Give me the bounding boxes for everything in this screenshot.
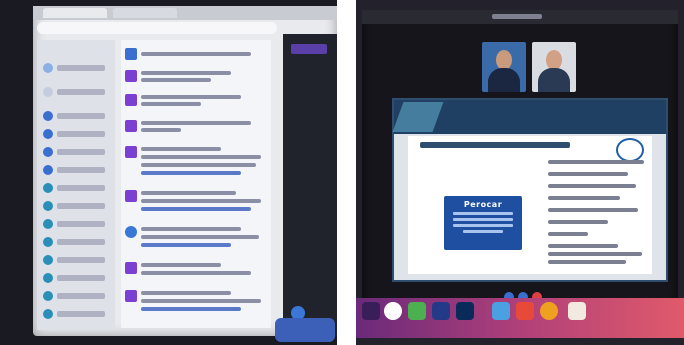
list-item	[125, 290, 265, 320]
video-tile	[532, 42, 576, 92]
avatar	[43, 237, 53, 247]
slide-header	[392, 100, 666, 134]
slide-title	[420, 142, 570, 148]
avatar	[43, 129, 53, 139]
avatar	[43, 201, 53, 211]
avatar	[43, 63, 53, 73]
list-item	[125, 120, 265, 140]
list-item	[125, 94, 265, 114]
avatar	[43, 219, 53, 229]
trash-icon[interactable]	[568, 302, 586, 320]
chat-sidebar	[37, 40, 115, 330]
avatar	[43, 147, 53, 157]
list-item	[125, 70, 265, 90]
chrome-icon[interactable]	[384, 302, 402, 320]
browser-tab	[43, 8, 107, 18]
call-topbar	[362, 10, 678, 24]
avatar	[43, 111, 53, 121]
slide-body: Perocar	[408, 136, 652, 274]
chat-messages	[121, 40, 271, 328]
premiere-icon[interactable]	[362, 302, 380, 320]
left-photo	[0, 0, 337, 345]
slide-card: Perocar	[444, 196, 522, 250]
avatar	[43, 87, 53, 97]
avatar	[43, 165, 53, 175]
monitor-screen-left	[33, 6, 337, 336]
monitor-screen-right: Perocar	[362, 10, 678, 310]
list-item	[125, 226, 265, 256]
list-item	[125, 190, 265, 224]
avatar	[43, 273, 53, 283]
university-logo-icon	[616, 138, 644, 162]
dark-panel	[283, 34, 337, 336]
list-item	[125, 262, 265, 286]
browser-tab	[113, 8, 177, 18]
dock	[275, 318, 335, 342]
photoshop-icon[interactable]	[456, 302, 474, 320]
browser-tabbar	[33, 6, 337, 20]
dock	[356, 298, 684, 338]
app-icon[interactable]	[408, 302, 426, 320]
shared-slide: Perocar	[392, 98, 668, 282]
app-icon[interactable]	[492, 302, 510, 320]
avatar	[43, 309, 53, 319]
app-icon[interactable]	[432, 302, 450, 320]
list-item	[125, 146, 265, 186]
avatar	[43, 183, 53, 193]
list-item	[125, 48, 265, 62]
video-tile	[482, 42, 526, 92]
avatar	[43, 291, 53, 301]
app-icon[interactable]	[516, 302, 534, 320]
slide-card-title: Perocar	[463, 200, 503, 209]
right-photo: Perocar	[356, 0, 684, 345]
url-bar	[37, 22, 277, 34]
app-icon[interactable]	[540, 302, 558, 320]
avatar	[43, 255, 53, 265]
